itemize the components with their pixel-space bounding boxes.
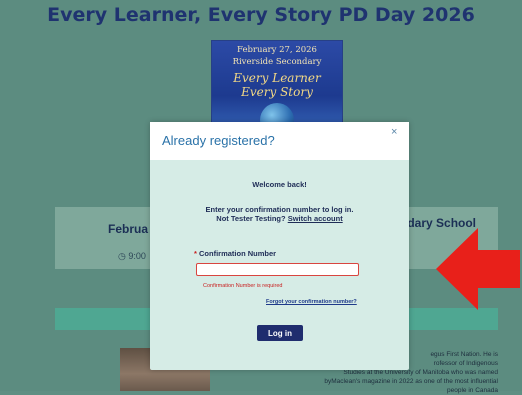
login-modal: Already registered? × Welcome back! Ente…	[150, 122, 409, 370]
forgot-confirmation-link[interactable]: Forgot your confirmation number?	[266, 299, 357, 305]
welcome-message: Welcome back!	[252, 180, 307, 189]
not-user-text: Not Tester Testing?	[216, 214, 286, 223]
required-marker: *	[194, 249, 197, 258]
confirmation-number-error: Confirmation Number is required	[203, 283, 283, 289]
switch-account-link[interactable]: Switch account	[288, 214, 343, 223]
login-instructions: Enter your confirmation number to log in…	[150, 205, 409, 223]
instruction-text: Enter your confirmation number to log in…	[205, 205, 354, 214]
confirmation-number-label: * Confirmation Number	[194, 249, 276, 258]
modal-header: Already registered? ×	[150, 122, 409, 160]
confirmation-number-input[interactable]	[196, 263, 359, 276]
close-icon[interactable]: ×	[391, 126, 397, 138]
confirmation-number-label-text: Confirmation Number	[199, 249, 277, 258]
modal-title: Already registered?	[162, 133, 275, 148]
modal-overlay: Already registered? × Welcome back! Ente…	[0, 0, 522, 391]
login-button[interactable]: Log in	[257, 325, 303, 341]
not-user-line: Not Tester Testing? Switch account	[150, 214, 409, 223]
